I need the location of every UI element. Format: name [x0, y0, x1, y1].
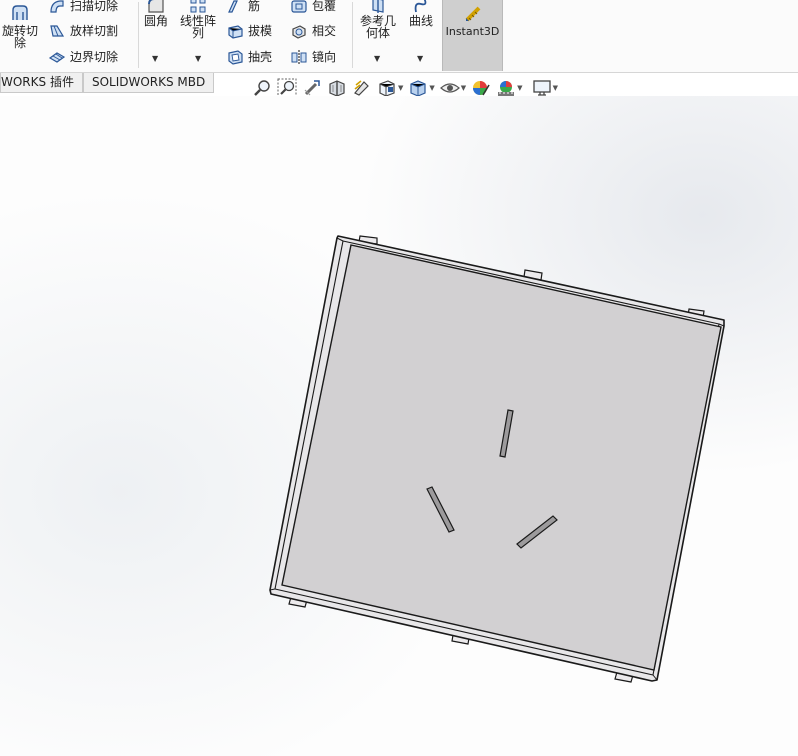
- wrap-label: 包覆: [312, 0, 337, 13]
- draft-button[interactable]: 拔模: [226, 22, 272, 39]
- curves-button[interactable]: 曲线: [405, 0, 437, 27]
- display-style-button[interactable]: ▼: [408, 78, 435, 98]
- wrap-icon: [291, 0, 307, 13]
- view-orientation-icon: [379, 80, 395, 97]
- revolve-cut-label: 旋转切除: [1, 24, 38, 50]
- apply-scene-icon: [498, 81, 515, 96]
- instant3d-button[interactable]: Instant3D: [442, 0, 503, 71]
- tab-solidworks-addins[interactable]: WORKS 插件: [0, 73, 83, 93]
- instant3d-icon: [465, 6, 480, 22]
- edit-appearance-button[interactable]: [471, 78, 491, 98]
- part-model-view[interactable]: [0, 96, 798, 756]
- linear-pattern-label: 线性阵列: [179, 14, 216, 40]
- rib-button[interactable]: 筋: [226, 0, 260, 14]
- view-orientation-button[interactable]: ▼: [377, 78, 403, 98]
- view-settings-button[interactable]: ▼: [532, 78, 558, 98]
- ribbon-separator: [352, 2, 353, 68]
- boundary-cut-icon: [48, 51, 66, 63]
- display-style-dropdown[interactable]: ▼: [429, 84, 434, 92]
- ribbon-separator: [138, 2, 139, 68]
- zoom-to-fit-icon: [254, 80, 270, 96]
- apply-scene-dropdown[interactable]: ▼: [517, 84, 522, 92]
- hide-show-dropdown[interactable]: ▼: [461, 84, 466, 92]
- intersect-icon: [292, 24, 306, 39]
- rib-icon: [228, 0, 238, 13]
- loft-cut-icon: [50, 24, 65, 37]
- sweep-cut-label: 扫描切除: [70, 0, 119, 13]
- zoom-to-fit-button[interactable]: [252, 78, 272, 98]
- command-manager-tabs: WORKS 插件 SOLIDWORKS MBD: [0, 73, 215, 95]
- linear-pattern-button[interactable]: 线性阵列: [176, 0, 220, 39]
- display-style-icon: [410, 80, 426, 97]
- intersect-button[interactable]: 相交: [290, 22, 336, 39]
- instant3d-label: Instant3D: [445, 25, 500, 38]
- wrap-button[interactable]: 包覆: [290, 0, 336, 14]
- dynamic-annotation-button[interactable]: [352, 78, 372, 98]
- previous-view-button[interactable]: [302, 78, 322, 98]
- graphics-area[interactable]: [0, 96, 798, 756]
- tab-solidworks-mbd[interactable]: SOLIDWORKS MBD: [82, 73, 215, 93]
- sweep-cut-icon: [50, 0, 64, 13]
- fillet-label: 圆角: [143, 14, 168, 28]
- draft-icon: [228, 24, 243, 39]
- mirror-icon: [291, 49, 307, 64]
- hide-show-button[interactable]: ▼: [439, 78, 466, 98]
- apply-scene-button[interactable]: ▼: [496, 78, 523, 98]
- linear-pattern-dropdown[interactable]: ▼: [195, 54, 201, 63]
- sweep-cut-button[interactable]: 扫描切除: [48, 0, 118, 14]
- command-manager-ribbon: 旋转切除 扫描切除 放样切割 边界切除 圆角 ▼ 线性阵列 ▼ 筋 拔模 抽壳 …: [0, 0, 798, 73]
- loft-cut-button[interactable]: 放样切割: [48, 22, 118, 39]
- mirror-label: 镜向: [312, 50, 337, 64]
- reference-geometry-label: 参考几何体: [359, 14, 396, 40]
- curves-label: 曲线: [408, 14, 433, 28]
- revolve-cut-button[interactable]: 旋转切除: [0, 4, 40, 49]
- rib-label: 筋: [248, 0, 261, 13]
- zoom-area-button[interactable]: [277, 78, 297, 98]
- reference-geometry-dropdown[interactable]: ▼: [374, 54, 380, 63]
- intersect-label: 相交: [312, 24, 337, 38]
- shell-button[interactable]: 抽壳: [226, 48, 272, 65]
- loft-cut-label: 放样切割: [70, 24, 119, 38]
- revolve-cut-icon: [12, 5, 28, 20]
- draft-label: 拔模: [248, 24, 273, 38]
- linear-pattern-icon: [190, 0, 206, 13]
- section-view-icon: [329, 80, 345, 97]
- view-settings-dropdown[interactable]: ▼: [553, 84, 558, 92]
- dynamic-annotation-icon: [354, 80, 369, 96]
- mirror-button[interactable]: 镜向: [290, 48, 336, 65]
- reference-geometry-button[interactable]: 参考几何体: [358, 0, 398, 39]
- view-orientation-dropdown[interactable]: ▼: [398, 84, 403, 92]
- zoom-area-icon: [277, 78, 297, 98]
- view-settings-icon: [532, 80, 551, 96]
- curves-icon: [414, 0, 427, 13]
- edit-appearance-icon: [473, 81, 490, 96]
- shell-icon: [228, 49, 243, 65]
- curves-dropdown[interactable]: ▼: [417, 54, 423, 63]
- previous-view-icon: [304, 80, 320, 96]
- fillet-button[interactable]: 圆角: [142, 0, 170, 27]
- shell-label: 抽壳: [248, 50, 273, 64]
- section-view-button[interactable]: [327, 78, 347, 98]
- fillet-dropdown[interactable]: ▼: [152, 54, 158, 63]
- boundary-cut-label: 边界切除: [70, 50, 119, 64]
- boundary-cut-button[interactable]: 边界切除: [48, 48, 118, 65]
- hide-show-icon: [439, 83, 460, 93]
- reference-geometry-icon: [372, 0, 384, 13]
- fillet-icon: [148, 0, 164, 13]
